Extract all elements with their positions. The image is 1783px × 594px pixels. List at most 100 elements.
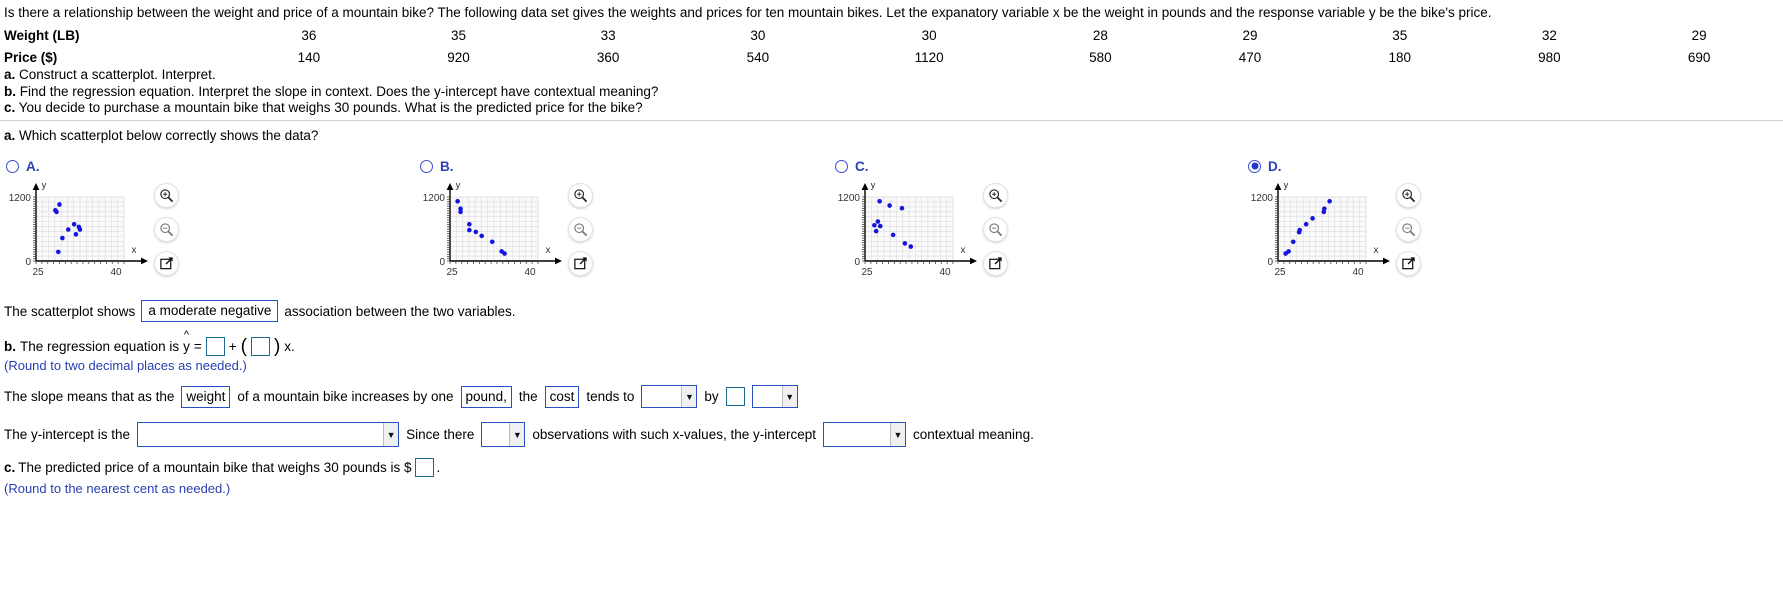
zoom-in-icon[interactable] [154, 183, 179, 208]
weight-cell: 30 [921, 28, 937, 43]
slope-text-5: by [704, 389, 719, 404]
slope-amount-input[interactable] [725, 387, 745, 406]
choice-c-header[interactable]: C. [835, 157, 1025, 175]
chevron-down-icon: ▼ [509, 423, 525, 446]
scatterplot-b-svg: 1200 025 40 y x [423, 180, 562, 278]
radio-choice-b[interactable] [420, 159, 433, 173]
intercept-input[interactable] [205, 337, 225, 356]
radio-choice-a[interactable] [6, 159, 19, 173]
question-a-tag: a. [4, 128, 16, 143]
svg-text:y: y [456, 183, 461, 191]
svg-text:1200: 1200 [838, 193, 861, 204]
svg-text:1200: 1200 [1251, 193, 1274, 204]
svg-text:40: 40 [1352, 267, 1364, 278]
radio-choice-d[interactable] [1248, 159, 1261, 173]
question-a-prompt: a. Which scatterplot below correctly sho… [4, 128, 318, 143]
zoom-out-icon[interactable] [983, 217, 1008, 242]
zoom-in-icon[interactable] [568, 183, 593, 208]
question-a-text: Which scatterplot below correctly shows … [19, 128, 319, 143]
choice-c-letter: C. [855, 158, 869, 174]
choice-c[interactable]: C. 1200 0 25 40 y x [835, 157, 1025, 283]
svg-text:y: y [871, 183, 876, 191]
plot-d-tools[interactable] [1396, 183, 1421, 276]
zoom-in-icon[interactable] [983, 183, 1008, 208]
part-c-hint: (Round to the nearest cent as needed.) [4, 481, 231, 496]
choice-d[interactable]: D. 1200 0 25 40 y x [1248, 157, 1438, 283]
choice-a[interactable]: A. 1200 0 25 40 y x [6, 157, 196, 283]
scatterplot-a-svg: 1200 025 40 y x [9, 180, 148, 278]
choice-b[interactable]: B. 1200 0 25 40 y x [420, 157, 610, 283]
slope-box-weight[interactable]: weight [181, 385, 231, 408]
price-cell: 360 [596, 50, 620, 65]
weight-cell: 29 [1691, 28, 1707, 43]
predicted-price-input[interactable] [414, 458, 434, 477]
open-popup-icon[interactable] [568, 251, 593, 276]
association-answer[interactable]: a moderate negative [141, 300, 279, 322]
slope-text-3: the [518, 389, 538, 404]
price-cell: 980 [1538, 50, 1561, 65]
choice-a-header[interactable]: A. [6, 157, 196, 175]
yint-text-4: contextual meaning. [913, 427, 1034, 442]
open-popup-icon[interactable] [154, 251, 179, 276]
part-b-answer-row: b. The regression equation is ^ y = + ( )… [4, 329, 295, 357]
zoom-in-icon[interactable] [1396, 183, 1421, 208]
weight-cell: 29 [1242, 28, 1258, 43]
section-divider [0, 120, 1783, 121]
zoom-out-icon[interactable] [568, 217, 593, 242]
plot-b-tools[interactable] [568, 183, 593, 276]
svg-text:40: 40 [110, 267, 122, 278]
slope-text-4: tends to [586, 389, 635, 404]
has-meaning-dropdown[interactable]: ▼ [823, 422, 906, 447]
svg-text:0: 0 [1267, 257, 1273, 268]
yintercept-sentence: The y-intercept is the ▼ Since there ▼ o… [4, 422, 1034, 447]
choice-b-header[interactable]: B. [420, 157, 610, 175]
x-label: x. [284, 339, 295, 354]
svg-text:y: y [42, 183, 47, 191]
scatterplot-d-svg: 1200 025 40 y x [1251, 180, 1390, 278]
svg-text:x: x [132, 245, 137, 256]
part-c-suffix: . [436, 460, 441, 475]
slope-input[interactable] [250, 337, 270, 356]
svg-text:0: 0 [439, 257, 445, 268]
right-paren: ) [273, 335, 281, 357]
choice-d-header[interactable]: D. [1248, 157, 1438, 175]
plot-a-tools[interactable] [154, 183, 179, 276]
slope-box-cost[interactable]: cost [544, 385, 580, 408]
chevron-down-icon: ▼ [383, 423, 399, 446]
weight-cell: 35 [1392, 28, 1408, 43]
choice-b-letter: B. [440, 158, 454, 174]
open-popup-icon[interactable] [1396, 251, 1421, 276]
slope-sentence: The slope means that as the weight of a … [4, 385, 798, 408]
svg-text:x: x [546, 245, 551, 256]
price-cell: 580 [1089, 50, 1112, 65]
weight-cell: 28 [1092, 28, 1108, 43]
slope-unit-dropdown[interactable]: ▼ [751, 385, 798, 408]
plot-c-tools[interactable] [983, 183, 1008, 276]
part-c-prefix: The predicted price of a mountain bike t… [18, 460, 412, 475]
svg-text:0: 0 [25, 257, 31, 268]
part-b-hint: (Round to two decimal places as needed.) [4, 358, 247, 373]
plus-sign: + [228, 339, 237, 354]
slope-direction-dropdown[interactable]: ▼ [641, 385, 698, 408]
slope-box-pound[interactable]: pound, [460, 385, 512, 408]
yint-text-3: observations with such x-values, the y-i… [532, 427, 816, 442]
part-c-text: You decide to purchase a mountain bike t… [18, 100, 643, 115]
svg-text:1200: 1200 [9, 193, 32, 204]
zoom-out-icon[interactable] [154, 217, 179, 242]
scatterplot-b: 1200 0 25 40 y x [420, 180, 610, 283]
radio-choice-c[interactable] [835, 159, 848, 173]
exercise-page: Is there a relationship between the weig… [0, 0, 1783, 594]
part-c-tag: c. [4, 100, 16, 115]
observations-dropdown[interactable]: ▼ [481, 422, 526, 447]
equals-sign: = [193, 339, 202, 354]
price-cell: 180 [1388, 50, 1411, 65]
association-prefix: The scatterplot shows [4, 303, 136, 319]
choice-a-letter: A. [26, 158, 40, 174]
svg-text:1200: 1200 [423, 193, 446, 204]
open-popup-icon[interactable] [983, 251, 1008, 276]
part-b-tag-2: b. [4, 339, 16, 354]
part-c-answer-row: c. The predicted price of a mountain bik… [4, 458, 440, 477]
yintercept-meaning-dropdown[interactable]: ▼ [137, 422, 400, 447]
svg-text:25: 25 [446, 267, 458, 278]
zoom-out-icon[interactable] [1396, 217, 1421, 242]
